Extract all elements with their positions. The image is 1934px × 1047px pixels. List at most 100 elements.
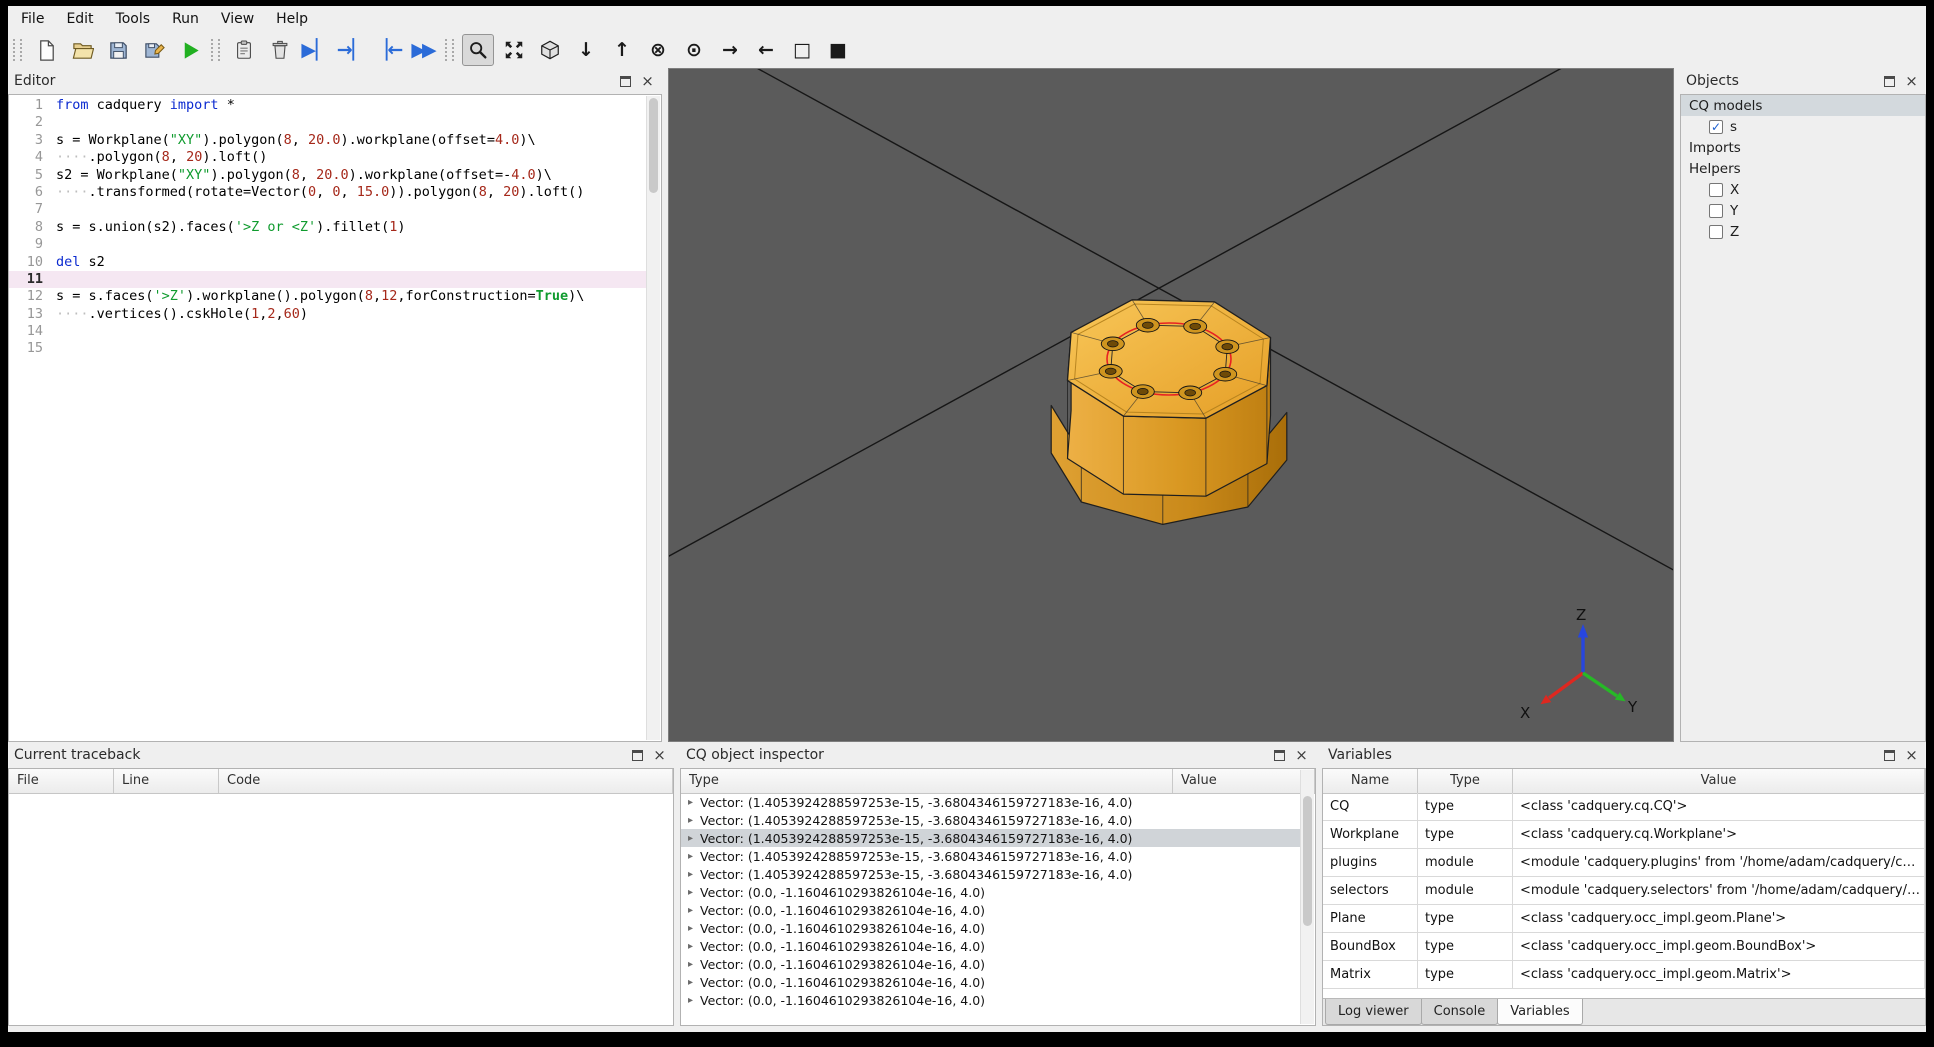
inspector-row[interactable]: ▸ Vector: (0.0, -1.1604610293826104e-16, … [681,991,1301,1009]
scrollbar-thumb[interactable] [1303,796,1312,926]
expand-arrow-icon[interactable]: ▸ [688,851,693,862]
variable-row[interactable]: Plane type <class 'cadquery.occ_impl.geom.… [1323,905,1925,933]
step-into-button[interactable]: →▏ [336,34,368,66]
tree-item-y[interactable]: Y [1681,200,1925,221]
tree-item-s[interactable]: ✓ s [1681,116,1925,137]
column-header-type[interactable]: Type [1418,769,1513,793]
close-panel-button[interactable]: × [1903,73,1920,90]
fit-all-button[interactable] [498,34,530,66]
column-header-file[interactable]: File [9,769,114,793]
save-as-button[interactable] [138,34,170,66]
checkbox-z[interactable] [1709,224,1723,239]
code-line[interactable]: 2 [9,114,647,131]
cad-model[interactable] [1050,299,1288,525]
float-panel-button[interactable] [1881,73,1898,90]
inspector-row[interactable]: ▸ Vector: (0.0, -1.1604610293826104e-16, … [681,973,1301,991]
inspector-scrollbar[interactable] [1300,770,1314,1024]
variable-row[interactable]: BoundBox type <class 'cadquery.occ_impl.ge… [1323,933,1925,961]
open-button[interactable] [66,34,98,66]
expand-arrow-icon[interactable]: ▸ [688,815,693,826]
expand-arrow-icon[interactable]: ▸ [688,833,693,844]
step-button[interactable]: ▶▏ [300,34,332,66]
column-header-code[interactable]: Code [219,769,673,793]
float-panel-button[interactable] [1881,747,1898,764]
inspector-row[interactable]: ▸ Vector: (1.4053924288597253e-15, -3.680… [681,847,1301,865]
code-line[interactable]: 10 del s2 [9,254,647,271]
inspector-row[interactable]: ▸ Vector: (1.4053924288597253e-15, -3.680… [681,829,1301,847]
checkbox-s[interactable]: ✓ [1709,119,1723,134]
column-header-name[interactable]: Name [1323,769,1418,793]
toolbar-handle[interactable] [211,39,220,61]
iso-view-button[interactable] [534,34,566,66]
variable-row[interactable]: Matrix type <class 'cadquery.occ_impl.geom… [1323,961,1925,989]
wireframe-button[interactable]: □ [786,34,818,66]
toolbar-handle[interactable] [445,39,454,61]
viewport-canvas[interactable]: X Y Z [669,69,1673,741]
tree-item-z[interactable]: Z [1681,221,1925,242]
tab-variables[interactable]: Variables [1497,999,1583,1025]
fit-view-button[interactable] [462,34,494,66]
code-line[interactable]: 14 [9,323,647,340]
close-panel-button[interactable]: × [1903,747,1920,764]
tab-console[interactable]: Console [1420,999,1499,1025]
variable-row[interactable]: plugins module <module 'cadquery.plugins' … [1323,849,1925,877]
editor-scrollbar[interactable] [646,96,660,740]
column-header-value[interactable]: Value [1173,769,1315,793]
code-line[interactable]: 3 s = Workplane("XY").polygon(8, 20.0).wo… [9,132,647,149]
variable-row[interactable]: selectors module <module 'cadquery.selecto… [1323,877,1925,905]
save-button[interactable] [102,34,134,66]
expand-arrow-icon[interactable]: ▸ [688,923,693,934]
viewport-3d[interactable]: X Y Z [668,68,1674,742]
shaded-button[interactable]: ■ [822,34,854,66]
menu-item-edit[interactable]: Edit [55,6,104,32]
front-view-button[interactable]: ⊗ [642,34,674,66]
code-line[interactable]: 1 from cadquery import * [9,97,647,114]
variable-row[interactable]: CQ type <class 'cadquery.cq.CQ'> [1323,793,1925,821]
float-panel-button[interactable] [1271,747,1288,764]
float-panel-button[interactable] [629,747,646,764]
delete-button[interactable] [264,34,296,66]
tab-log-viewer[interactable]: Log viewer [1325,999,1422,1025]
tree-item-imports[interactable]: Imports [1681,137,1925,158]
menu-item-tools[interactable]: Tools [105,6,162,32]
close-panel-button[interactable]: × [639,73,656,90]
inspector-row[interactable]: ▸ Vector: (0.0, -1.1604610293826104e-16, … [681,955,1301,973]
menu-item-file[interactable]: File [10,6,55,32]
inspector-row[interactable]: ▸ Vector: (1.4053924288597253e-15, -3.680… [681,865,1301,883]
menu-item-view[interactable]: View [210,6,265,32]
bottom-view-button[interactable]: ↑ [606,34,638,66]
tree-item-helpers[interactable]: Helpers [1681,158,1925,179]
expand-arrow-icon[interactable]: ▸ [688,941,693,952]
close-panel-button[interactable]: × [1293,747,1310,764]
code-line[interactable]: 8 s = s.union(s2).faces('>Z or <Z').fille… [9,219,647,236]
render-button[interactable] [174,34,206,66]
tree-item-cq-models[interactable]: CQ models [1681,95,1925,116]
expand-arrow-icon[interactable]: ▸ [688,959,693,970]
column-header-line[interactable]: Line [114,769,219,793]
new-file-button[interactable] [30,34,62,66]
expand-arrow-icon[interactable]: ▸ [688,869,693,880]
left-view-button[interactable]: → [714,34,746,66]
code-line[interactable]: 5 s2 = Workplane("XY").polygon(8, 20.0).w… [9,167,647,184]
scrollbar-thumb[interactable] [649,98,658,193]
checkbox-x[interactable] [1709,182,1723,197]
toolbar-handle[interactable] [13,39,22,61]
column-header-type[interactable]: Type [681,769,1173,793]
inspector-row[interactable]: ▸ Vector: (1.4053924288597253e-15, -3.680… [681,793,1301,811]
code-line[interactable]: 13 ····.vertices().cskHole(1,2,60) [9,306,647,323]
code-line[interactable]: 4 ····.polygon(8, 20).loft() [9,149,647,166]
step-return-button[interactable]: ▕← [372,34,404,66]
close-panel-button[interactable]: × [651,747,668,764]
code-line[interactable]: 12 s = s.faces('>Z').workplane().polygon(… [9,288,647,305]
top-view-button[interactable]: ↓ [570,34,602,66]
checkbox-y[interactable] [1709,203,1723,218]
tree-item-x[interactable]: X [1681,179,1925,200]
back-view-button[interactable]: ⊙ [678,34,710,66]
code-line[interactable]: 9 [9,236,647,253]
code-line[interactable]: 11 [9,270,647,289]
variable-row[interactable]: Workplane type <class 'cadquery.cq.Workpla… [1323,821,1925,849]
right-view-button[interactable]: ← [750,34,782,66]
expand-arrow-icon[interactable]: ▸ [688,905,693,916]
float-panel-button[interactable] [617,73,634,90]
inspector-row[interactable]: ▸ Vector: (0.0, -1.1604610293826104e-16, … [681,937,1301,955]
